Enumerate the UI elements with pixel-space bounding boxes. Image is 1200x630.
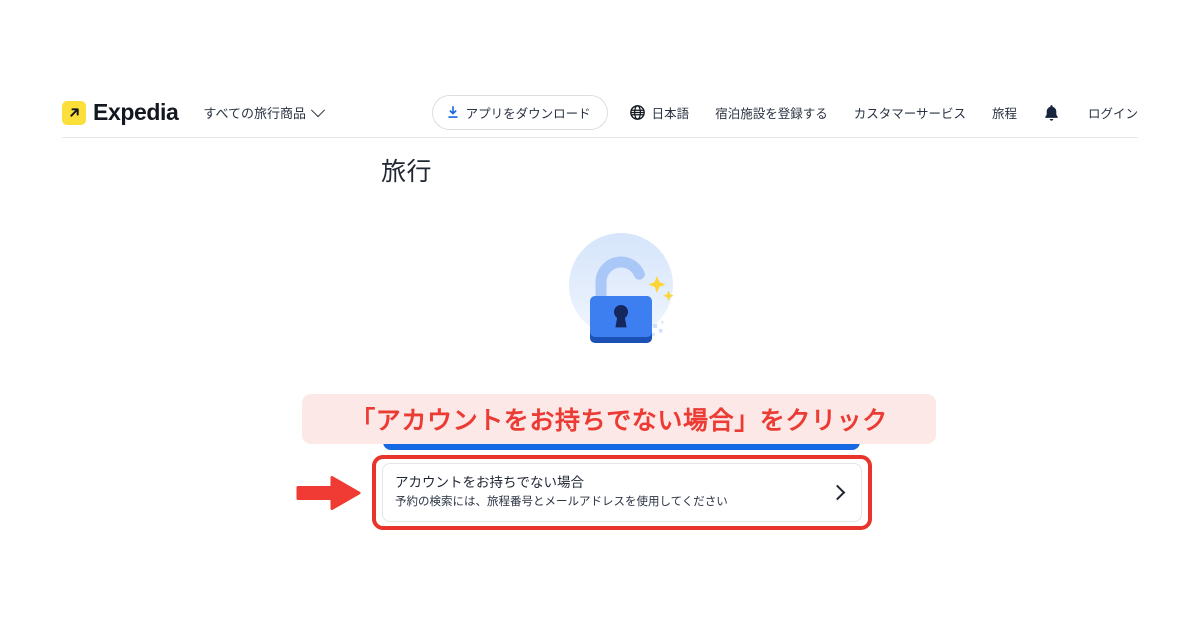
nav-language-label: 日本語 (651, 107, 690, 121)
annotation-banner: 「アカウントをお持ちでない場合」をクリック (302, 394, 936, 444)
nav-customer-service[interactable]: カスタマーサービス (854, 103, 966, 122)
nav-list-your-property-label: 宿泊施設を登録する (715, 107, 828, 121)
padlock-sparkle-icon (549, 232, 694, 352)
no-account-card[interactable]: アカウントをお持ちでない場合 予約の検索には、旅程番号とメールアドレスを使用して… (382, 463, 862, 522)
no-account-card-texts: アカウントをお持ちでない場合 予約の検索には、旅程番号とメールアドレスを使用して… (395, 475, 728, 509)
chevron-right-icon (829, 484, 846, 501)
chevron-down-icon (310, 102, 326, 117)
header-inner: Expedia すべての旅行商品 アプリをダウンロード 日本語 宿泊施設を登録す… (62, 88, 1138, 138)
nav-trips[interactable]: 旅程 (992, 103, 1017, 122)
nav-list-your-property[interactable]: 宿泊施設を登録する (715, 103, 828, 122)
nav-customer-service-label: カスタマーサービス (853, 107, 966, 121)
nav-language[interactable]: 日本語 (629, 103, 690, 122)
no-account-card-subtitle: 予約の検索には、旅程番号とメールアドレスを使用してください (395, 496, 728, 509)
red-arrow-right-icon (296, 474, 362, 512)
nav-all-travel-products[interactable]: すべての旅行商品 (203, 102, 326, 122)
nav-all-travel-products-label: すべての旅行商品 (203, 106, 306, 121)
brand-name: Expedia (93, 99, 179, 125)
no-account-card-title: アカウントをお持ちでない場合 (395, 475, 584, 491)
download-icon (447, 106, 459, 119)
site-header: Expedia すべての旅行商品 アプリをダウンロード 日本語 宿泊施設を登録す… (0, 88, 1200, 138)
annotation-banner-text: 「アカウントをお持ちでない場合」をクリック (350, 407, 888, 435)
signin-link-label: ログイン (1087, 107, 1138, 121)
header-right-nav: アプリをダウンロード 日本語 宿泊施設を登録する カスタマーサービス 旅程 ログ… (431, 95, 1138, 130)
bell-icon (1043, 104, 1060, 122)
globe-icon (629, 105, 645, 120)
expedia-arrow-icon (62, 100, 86, 125)
download-app-button[interactable]: アプリをダウンロード (431, 95, 608, 130)
download-app-label: アプリをダウンロード (465, 107, 591, 121)
signin-link[interactable]: ログイン (1088, 103, 1138, 122)
page-title: 旅行 (381, 158, 433, 186)
expedia-logo[interactable]: Expedia (62, 99, 179, 125)
nav-trips-label: 旅程 (991, 107, 1017, 121)
notifications-button[interactable] (1043, 104, 1060, 122)
